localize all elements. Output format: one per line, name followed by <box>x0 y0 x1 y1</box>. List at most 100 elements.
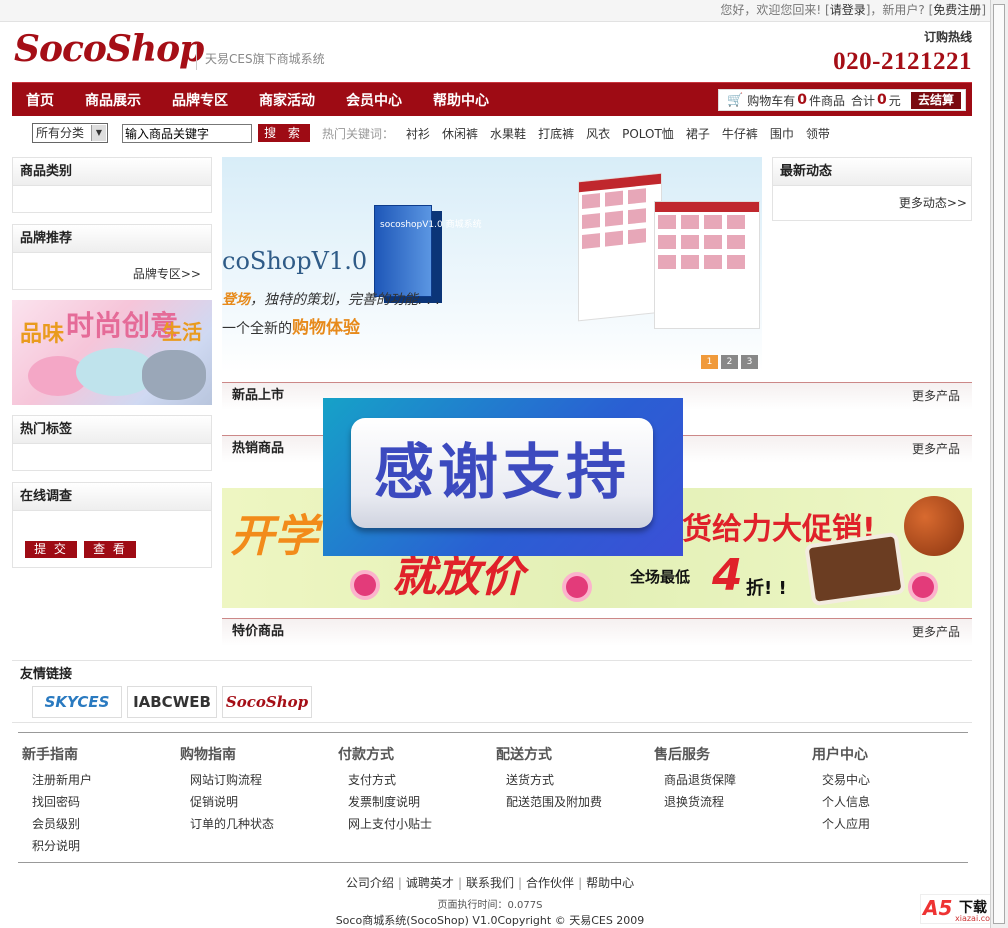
nav-brands[interactable]: 品牌专区 <box>172 90 228 110</box>
section-title: 新品上市 <box>232 388 285 403</box>
login-link[interactable]: 请登录 <box>830 3 866 17</box>
brand-box: 品牌推荐 品牌专区>> <box>12 224 212 290</box>
vertical-scrollbar[interactable] <box>990 0 1008 928</box>
footer-link[interactable]: 订单的几种状态 <box>190 815 326 831</box>
banner-pager: 1 2 3 <box>698 355 758 369</box>
footer-link[interactable]: 配送范围及附加费 <box>506 793 642 809</box>
footer-link-jobs[interactable]: 诚聘英才 <box>406 876 454 890</box>
basketball-image <box>904 496 964 556</box>
news-box-title: 最新动态 <box>773 158 971 186</box>
more-products-link[interactable]: 更多产品 <box>912 619 960 645</box>
footer-link[interactable]: 个人应用 <box>822 815 958 831</box>
new-user-text: ]，新用户? [ <box>865 3 934 17</box>
chevron-down-icon[interactable]: ▼ <box>91 125 106 141</box>
nav-home[interactable]: 首页 <box>26 90 54 110</box>
flower-icon <box>354 574 376 596</box>
header: SocoShop 天易CES旗下商城系统 订购热线 020-2121221 <box>0 22 1008 80</box>
screenshot-image <box>578 172 662 322</box>
nav-help[interactable]: 帮助中心 <box>433 90 489 110</box>
footer-link[interactable]: 网站订购流程 <box>190 771 326 787</box>
brand-box-title: 品牌推荐 <box>13 225 211 253</box>
hot-keyword[interactable]: 衬衫 <box>406 125 430 142</box>
category-box-title: 商品类别 <box>13 158 211 186</box>
hot-keywords-label: 热门关键词： <box>322 126 395 141</box>
footer-link[interactable]: 商品退货保障 <box>664 771 800 787</box>
friend-logo-skyces[interactable]: SKYCES <box>32 686 122 718</box>
section-title: 热销商品 <box>232 441 285 456</box>
survey-submit-button[interactable]: 提 交 <box>25 541 77 558</box>
nav-activities[interactable]: 商家活动 <box>259 90 315 110</box>
nav-member[interactable]: 会员中心 <box>346 90 402 110</box>
more-products-link[interactable]: 更多产品 <box>912 383 960 409</box>
site-logo[interactable]: SocoShop <box>14 28 204 70</box>
pillow-image <box>804 531 906 607</box>
cart-label: 购物车有 <box>747 93 796 108</box>
hot-keyword[interactable]: 领带 <box>806 125 830 142</box>
footer-col-aftersales: 售后服务 商品退货保障 退换货流程 <box>650 744 800 809</box>
copyright: Soco商城系统(SocoShop) V1.0Copyright © 天易CES… <box>335 914 645 927</box>
friend-logo-socoshop[interactable]: SocoShop <box>222 686 312 718</box>
hot-keyword[interactable]: POLOT恤 <box>622 125 674 142</box>
footer-link[interactable]: 送货方式 <box>506 771 642 787</box>
footer-link-about[interactable]: 公司介绍 <box>346 876 394 890</box>
banner-tagline: 一个全新的购物体验 <box>222 313 360 338</box>
checkout-button[interactable]: 去结算 <box>910 91 961 109</box>
footer-link[interactable]: 退换货流程 <box>664 793 800 809</box>
news-more-link[interactable]: 更多动态>> <box>899 194 967 211</box>
hotline-number: 020-2121221 <box>833 48 972 75</box>
search-button[interactable]: 搜 索 <box>258 124 310 142</box>
banner-dot[interactable]: 1 <box>701 355 718 369</box>
footer-link[interactable]: 促销说明 <box>190 793 326 809</box>
footer-link[interactable]: 支付方式 <box>348 771 484 787</box>
promo-image-left[interactable]: 品味 时尚创意 生活 <box>12 300 212 405</box>
hot-keyword[interactable]: 围巾 <box>770 125 794 142</box>
survey-box: 在线调查 提 交 查 看 <box>12 482 212 568</box>
survey-view-button[interactable]: 查 看 <box>84 541 136 558</box>
banner-subtitle: 登场，独特的策划，完善的功能. . . <box>222 289 440 309</box>
search-bar: 所有分类 ▼ 搜 索 热门关键词： 衬衫 休闲裤 水果鞋 打底裤 风衣 POLO… <box>12 120 972 146</box>
category-select[interactable]: 所有分类 ▼ <box>32 123 108 143</box>
footer-link[interactable]: 发票制度说明 <box>348 793 484 809</box>
cart-icon[interactable]: 🛒 <box>727 93 743 108</box>
footer-link[interactable]: 交易中心 <box>822 771 958 787</box>
footer-link[interactable]: 会员级别 <box>32 815 168 831</box>
banner-subtitle-a: 登场 <box>222 292 250 308</box>
hot-keyword[interactable]: 水果鞋 <box>490 125 526 142</box>
footer-link-help[interactable]: 帮助中心 <box>586 876 634 890</box>
more-products-link[interactable]: 更多产品 <box>912 436 960 462</box>
tags-box-title: 热门标签 <box>13 416 211 444</box>
thanks-overlay[interactable]: 感谢支持 <box>323 398 683 556</box>
footer-link[interactable]: 个人信息 <box>822 793 958 809</box>
footer-link[interactable]: 注册新用户 <box>32 771 168 787</box>
banner-dot[interactable]: 2 <box>721 355 738 369</box>
cart-summary: 🛒 购物车有 0 件商品 合计 0 元 去结算 <box>718 89 966 111</box>
footer-link[interactable]: 网上支付小贴士 <box>348 815 484 831</box>
footer-col-newbie: 新手指南 注册新用户 找回密码 会员级别 积分说明 <box>18 744 168 853</box>
screenshot-image <box>654 201 760 329</box>
hot-keyword[interactable]: 牛仔裤 <box>722 125 758 142</box>
hot-keyword[interactable]: 休闲裤 <box>442 125 478 142</box>
banner-dot[interactable]: 3 <box>741 355 758 369</box>
scrollbar-thumb[interactable] <box>993 4 1005 924</box>
footer-link-contact[interactable]: 联系我们 <box>466 876 514 890</box>
search-input[interactable] <box>122 123 252 143</box>
cart-total-label: 合计 <box>850 93 875 108</box>
footer-link[interactable]: 找回密码 <box>32 793 168 809</box>
friend-logo-iabcweb[interactable]: IABCWEB <box>127 686 217 718</box>
promo-text: 生活 <box>162 320 202 344</box>
footer-link[interactable]: 积分说明 <box>32 837 168 853</box>
flower-icon <box>566 576 588 598</box>
hot-keyword[interactable]: 风衣 <box>586 125 610 142</box>
news-box: 最新动态 更多动态>> <box>772 157 972 221</box>
nav-products[interactable]: 商品展示 <box>85 90 141 110</box>
footer-link-partners[interactable]: 合作伙伴 <box>526 876 574 890</box>
hot-keyword[interactable]: 裙子 <box>686 125 710 142</box>
banner-tagline-b: 购物体验 <box>292 318 360 338</box>
register-link[interactable]: 免费注册 <box>933 3 981 17</box>
hot-keyword[interactable]: 打底裤 <box>538 125 574 142</box>
cart-total: 0 <box>876 92 887 108</box>
brand-more-link[interactable]: 品牌专区>> <box>133 265 201 282</box>
promo-text: 品味 <box>20 322 65 347</box>
main-banner[interactable]: socoshopV1.0 商城系统 coShopV1.0 登场，独特的策划，完善… <box>222 157 762 373</box>
footer-col-title: 购物指南 <box>180 747 236 763</box>
